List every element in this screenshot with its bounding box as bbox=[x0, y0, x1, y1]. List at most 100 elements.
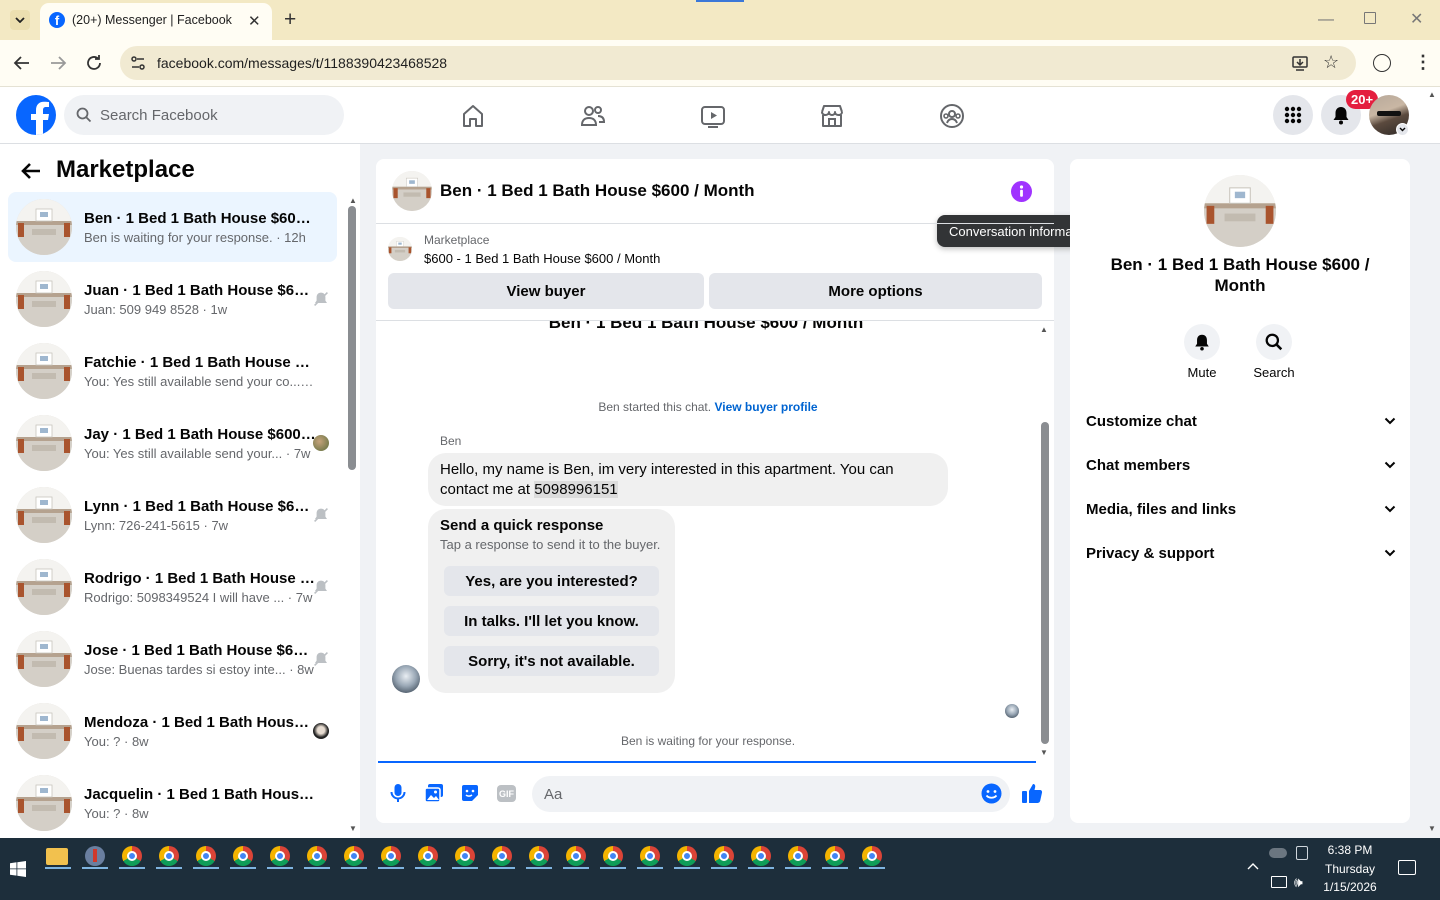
conversation-item[interactable]: Jacquelin · 1 Bed 1 Bath House $600 / Mo… bbox=[8, 768, 337, 838]
voice-clip-button[interactable] bbox=[389, 783, 407, 803]
more-options-button[interactable]: More options bbox=[709, 273, 1042, 309]
install-app-icon[interactable] bbox=[1291, 54, 1309, 72]
friends-nav-button[interactable] bbox=[533, 87, 653, 144]
chrome-icon[interactable] bbox=[379, 844, 403, 868]
chrome-icon[interactable] bbox=[416, 844, 440, 868]
conversation-item[interactable]: Jose · 1 Bed 1 Bath House $600 / Month Jo… bbox=[8, 624, 337, 694]
chrome-icon[interactable] bbox=[564, 844, 588, 868]
scroll-down-arrow-icon[interactable]: ▼ bbox=[349, 824, 357, 833]
search-conversation-button[interactable] bbox=[1256, 324, 1292, 360]
chrome-icon[interactable] bbox=[120, 844, 144, 868]
chat-scrollbar[interactable] bbox=[1041, 422, 1049, 744]
network-icon[interactable] bbox=[1271, 876, 1287, 888]
onedrive-icon[interactable] bbox=[1269, 848, 1287, 858]
restore-icon[interactable] bbox=[1364, 12, 1376, 24]
attach-photo-button[interactable] bbox=[424, 783, 444, 803]
chat-members-section[interactable]: Chat members bbox=[1086, 453, 1396, 477]
conversation-item[interactable]: Mendoza · 1 Bed 1 Bath House $600 / Mont… bbox=[8, 696, 337, 766]
media-files-links-section[interactable]: Media, files and links bbox=[1086, 497, 1396, 521]
chrome-icon[interactable] bbox=[675, 844, 699, 868]
chrome-icon[interactable] bbox=[749, 844, 773, 868]
conversation-item[interactable]: Ben · 1 Bed 1 Bath House $600 / Month Ben… bbox=[8, 192, 337, 262]
sender-avatar[interactable] bbox=[392, 665, 420, 693]
message-phone[interactable]: 5098996151 bbox=[534, 481, 618, 498]
bookmark-star-icon[interactable]: ☆ bbox=[1323, 52, 1339, 73]
chrome-icon[interactable] bbox=[268, 844, 292, 868]
new-tab-icon[interactable]: + bbox=[284, 8, 296, 32]
privacy-support-section[interactable]: Privacy & support bbox=[1086, 541, 1396, 565]
profile-icon[interactable] bbox=[1373, 54, 1391, 72]
chrome-icon[interactable] bbox=[194, 844, 218, 868]
file-explorer-icon[interactable] bbox=[46, 844, 70, 868]
chrome-icon[interactable] bbox=[490, 844, 514, 868]
conversation-scrollbar[interactable] bbox=[348, 206, 356, 470]
chat-scroll-down-icon[interactable]: ▼ bbox=[1040, 748, 1048, 757]
customize-chat-section[interactable]: Customize chat bbox=[1086, 409, 1396, 433]
tab-close-icon[interactable]: ✕ bbox=[248, 12, 261, 30]
listing-detail[interactable]: $600 - 1 Bed 1 Bath House $600 / Month bbox=[424, 251, 660, 266]
chrome-icon[interactable] bbox=[305, 844, 329, 868]
emoji-button[interactable] bbox=[981, 783, 1002, 804]
like-button[interactable] bbox=[1021, 782, 1043, 804]
volume-icon[interactable]: 🕪 bbox=[1294, 874, 1303, 891]
conversation-item[interactable]: Juan · 1 Bed 1 Bath House $600 / Month Ju… bbox=[8, 264, 337, 334]
sticker-button[interactable] bbox=[460, 783, 480, 803]
menu-button[interactable] bbox=[1273, 95, 1313, 135]
chrome-icon[interactable] bbox=[786, 844, 810, 868]
conversation-item[interactable]: Lynn · 1 Bed 1 Bath House $600 / Month Ly… bbox=[8, 480, 337, 550]
clock-time[interactable]: 6:38 PM bbox=[1320, 843, 1380, 857]
message-bubble[interactable]: Hello, my name is Ben, im very intereste… bbox=[428, 453, 948, 506]
chrome-icon[interactable] bbox=[157, 844, 181, 868]
chrome-icon[interactable] bbox=[342, 844, 366, 868]
chat-title[interactable]: Ben · 1 Bed 1 Bath House $600 / Month bbox=[440, 181, 755, 201]
chrome-icon[interactable] bbox=[231, 844, 255, 868]
page-scroll-down-icon[interactable]: ▼ bbox=[1428, 824, 1436, 833]
conversation-item[interactable]: Jay · 1 Bed 1 Bath House $600 / Month You… bbox=[8, 408, 337, 478]
conversation-info-button[interactable] bbox=[1011, 181, 1032, 202]
quick-response-button[interactable]: Yes, are you interested? bbox=[444, 566, 659, 596]
details-avatar[interactable] bbox=[1204, 175, 1276, 247]
chrome-icon[interactable] bbox=[860, 844, 884, 868]
page-scroll-up-icon[interactable]: ▲ bbox=[1428, 90, 1436, 99]
windows-start-icon[interactable] bbox=[10, 861, 26, 877]
facebook-search-field[interactable]: Search Facebook bbox=[64, 95, 344, 135]
browser-menu-icon[interactable]: ⋮ bbox=[1414, 53, 1432, 71]
chrome-icon[interactable] bbox=[823, 844, 847, 868]
message-input[interactable] bbox=[532, 776, 1010, 812]
minimize-icon[interactable]: — bbox=[1318, 11, 1334, 29]
back-arrow-icon[interactable] bbox=[20, 160, 42, 182]
tray-chevron-icon[interactable] bbox=[1247, 862, 1259, 874]
listing-thumbnail[interactable] bbox=[388, 237, 412, 261]
gif-icon[interactable]: GIF bbox=[497, 785, 516, 802]
forward-icon[interactable] bbox=[49, 54, 67, 72]
chrome-icon[interactable] bbox=[453, 844, 477, 868]
quick-response-button[interactable]: Sorry, it's not available. bbox=[444, 646, 659, 676]
quick-response-button[interactable]: In talks. I'll let you know. bbox=[444, 606, 659, 636]
groups-nav-button[interactable] bbox=[892, 87, 1012, 144]
chrome-icon[interactable] bbox=[638, 844, 662, 868]
conversation-item[interactable]: Rodrigo · 1 Bed 1 Bath House $600 / Mont… bbox=[8, 552, 337, 622]
view-buyer-button[interactable]: View buyer bbox=[388, 273, 704, 309]
chat-avatar[interactable] bbox=[392, 171, 432, 211]
meet-now-icon[interactable] bbox=[1296, 846, 1308, 860]
chrome-icon[interactable] bbox=[527, 844, 551, 868]
mute-button[interactable] bbox=[1184, 324, 1220, 360]
conversation-item[interactable]: Fatchie · 1 Bed 1 Bath House $600 / Mont… bbox=[8, 336, 337, 406]
notification-center-icon[interactable] bbox=[1398, 860, 1416, 875]
chrome-icon[interactable] bbox=[712, 844, 736, 868]
back-icon[interactable] bbox=[13, 54, 31, 72]
video-nav-button[interactable] bbox=[653, 87, 773, 144]
chrome-icon[interactable] bbox=[601, 844, 625, 868]
site-info-icon[interactable] bbox=[130, 55, 146, 71]
home-nav-button[interactable] bbox=[413, 87, 533, 144]
view-buyer-profile-link[interactable]: View buyer profile bbox=[714, 400, 817, 414]
marketplace-nav-button[interactable] bbox=[772, 87, 892, 144]
window-close-icon[interactable]: ✕ bbox=[1410, 9, 1423, 29]
pinned-app-icon[interactable] bbox=[83, 844, 107, 868]
chat-scroll-up-icon[interactable]: ▲ bbox=[1040, 325, 1048, 334]
account-chevron-icon[interactable] bbox=[1396, 123, 1409, 136]
scroll-up-arrow-icon[interactable]: ▲ bbox=[349, 196, 357, 205]
tab-search-button[interactable] bbox=[10, 10, 30, 30]
facebook-logo-icon[interactable] bbox=[16, 95, 56, 135]
reload-icon[interactable] bbox=[85, 54, 103, 72]
